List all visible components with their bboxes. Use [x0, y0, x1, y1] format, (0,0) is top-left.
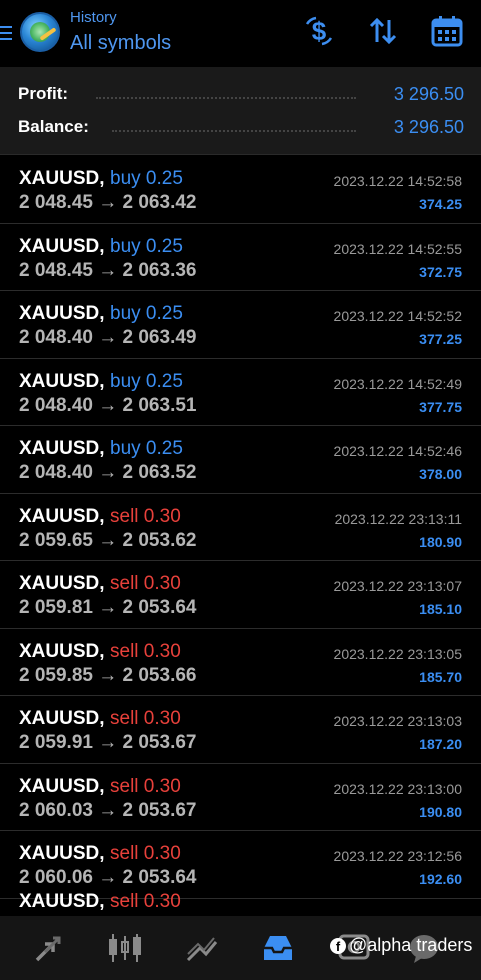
deal-symbol: XAUUSD, [19, 890, 105, 912]
sort-icon[interactable] [366, 14, 400, 48]
deal-time: 2023.12.22 14:52:58 [333, 173, 462, 189]
metatrader-logo-icon[interactable] [20, 12, 60, 52]
deal-row-partial[interactable]: XAUUSD, sell 0.30 [0, 891, 481, 917]
deal-symbol: XAUUSD, [19, 708, 105, 729]
balance-label: Balance: [18, 117, 89, 136]
history-icon[interactable] [260, 930, 296, 966]
deal-profit: 187.20 [419, 736, 462, 752]
deal-symbol: XAUUSD, [19, 303, 105, 324]
deal-row[interactable]: XAUUSD, sell 0.30 2 059.81 → 2 053.64 20… [0, 561, 481, 629]
dollar-filter-icon[interactable]: $ [302, 14, 336, 48]
deal-type: buy 0.25 [110, 235, 183, 257]
deal-prices: 2 059.85 → 2 053.66 [19, 664, 197, 686]
quotes-icon[interactable] [31, 930, 67, 966]
balance-row: Balance: 3 296.50 [18, 117, 464, 141]
profit-label: Profit: [18, 84, 69, 103]
deal-prices: 2 048.45 → 2 063.36 [19, 259, 197, 281]
deal-row[interactable]: XAUUSD, buy 0.25 2 048.45 → 2 063.42 202… [0, 156, 481, 224]
deal-row[interactable]: XAUUSD, buy 0.25 2 048.40 → 2 063.51 202… [0, 359, 481, 426]
deal-time: 2023.12.22 23:13:05 [333, 645, 462, 662]
deal-profit: 185.70 [419, 668, 462, 685]
svg-text:$: $ [312, 16, 327, 46]
deal-prices: 2 048.45 → 2 063.42 [19, 192, 197, 213]
deal-row[interactable]: XAUUSD, sell 0.30 2 059.85 → 2 053.66 20… [0, 629, 481, 696]
deal-symbol: XAUUSD, [19, 168, 105, 189]
calendar-icon[interactable] [430, 14, 464, 48]
watermark: f @alpha traders [330, 935, 472, 956]
deal-row[interactable]: XAUUSD, sell 0.30 2 059.65 → 2 053.62 20… [0, 494, 481, 561]
deal-profit: 377.25 [419, 331, 462, 347]
deal-prices: 2 048.40 → 2 063.51 [19, 394, 197, 416]
deal-row[interactable]: XAUUSD, buy 0.25 2 048.40 → 2 063.49 202… [0, 291, 481, 359]
deal-row[interactable]: XAUUSD, sell 0.30 2 060.06 → 2 053.64 20… [0, 831, 481, 899]
deal-symbol: XAUUSD, [19, 775, 105, 797]
deal-prices: 2 048.40 → 2 063.49 [19, 327, 197, 348]
deal-time: 2023.12.22 23:13:00 [333, 780, 462, 797]
dotted-leader [112, 130, 356, 132]
deal-time: 2023.12.22 14:52:49 [333, 375, 462, 392]
deal-time: 2023.12.22 23:12:56 [333, 848, 462, 864]
deal-symbol: XAUUSD, [19, 370, 105, 392]
app-header: History All symbols $ [0, 0, 481, 66]
deal-symbol: XAUUSD, [19, 505, 105, 527]
deal-profit: 185.10 [419, 601, 462, 617]
deal-row[interactable]: XAUUSD, sell 0.30 2 059.91 → 2 053.67 20… [0, 696, 481, 764]
deal-profit: 180.90 [419, 533, 462, 550]
page-title[interactable]: All symbols [70, 32, 171, 55]
deal-profit: 377.75 [419, 398, 462, 415]
deal-time: 2023.12.22 14:52:52 [333, 308, 462, 324]
chart-icon[interactable] [107, 930, 143, 966]
account-summary: Profit: 3 296.50 Balance: 3 296.50 [0, 67, 481, 155]
dotted-leader [96, 97, 356, 99]
deal-prices: 2 059.81 → 2 053.64 [19, 597, 197, 618]
deal-type: sell 0.30 [110, 708, 181, 729]
deal-type: buy 0.25 [110, 438, 183, 459]
deal-time: 2023.12.22 23:13:07 [333, 578, 462, 594]
deal-type: buy 0.25 [110, 370, 183, 392]
deal-prices: 2 059.65 → 2 053.62 [19, 529, 197, 551]
deal-row[interactable]: XAUUSD, buy 0.25 2 048.45 → 2 063.36 202… [0, 224, 481, 291]
deal-type: sell 0.30 [110, 505, 181, 527]
deal-time: 2023.12.22 23:13:03 [333, 713, 462, 729]
deal-prices: 2 060.03 → 2 053.67 [19, 799, 197, 821]
deal-symbol: XAUUSD, [19, 843, 105, 864]
deal-prices: 2 060.06 → 2 053.64 [19, 867, 197, 888]
deal-profit: 374.25 [419, 196, 462, 212]
deal-time: 2023.12.22 23:13:11 [334, 510, 462, 527]
deal-profit: 378.00 [419, 466, 462, 482]
deal-type: buy 0.25 [110, 168, 183, 189]
deal-time: 2023.12.22 14:52:46 [333, 443, 462, 459]
deal-symbol: XAUUSD, [19, 640, 105, 662]
deal-profit: 192.60 [419, 871, 462, 887]
deal-type: sell 0.30 [110, 573, 181, 594]
deal-symbol: XAUUSD, [19, 573, 105, 594]
deal-time: 2023.12.22 14:52:55 [333, 240, 462, 257]
deal-prices: 2 048.40 → 2 063.52 [19, 462, 197, 483]
balance-value: 3 296.50 [393, 117, 464, 137]
watermark-text: @alpha traders [349, 935, 473, 955]
deal-row[interactable]: XAUUSD, buy 0.25 2 048.40 → 2 063.52 202… [0, 426, 481, 494]
profit-value: 3 296.50 [393, 84, 464, 104]
deal-type: buy 0.25 [110, 303, 183, 324]
deal-symbol: XAUUSD, [19, 235, 105, 257]
page-subtitle: History [70, 9, 117, 26]
deal-type: sell 0.30 [110, 843, 181, 864]
menu-icon[interactable] [0, 26, 12, 40]
deal-type: sell 0.30 [110, 890, 181, 912]
trade-icon[interactable] [184, 930, 220, 966]
deal-symbol: XAUUSD, [19, 438, 105, 459]
deal-prices: 2 059.91 → 2 053.67 [19, 732, 197, 753]
facebook-icon: f [330, 937, 346, 954]
deal-type: sell 0.30 [110, 640, 181, 662]
deal-profit: 190.80 [419, 803, 462, 820]
deals-list[interactable]: XAUUSD, buy 0.25 2 048.45 → 2 063.42 202… [0, 156, 481, 916]
profit-row: Profit: 3 296.50 [18, 84, 464, 108]
deal-type: sell 0.30 [110, 775, 181, 797]
deal-profit: 372.75 [419, 263, 462, 280]
deal-row[interactable]: XAUUSD, sell 0.30 2 060.03 → 2 053.67 20… [0, 764, 481, 831]
